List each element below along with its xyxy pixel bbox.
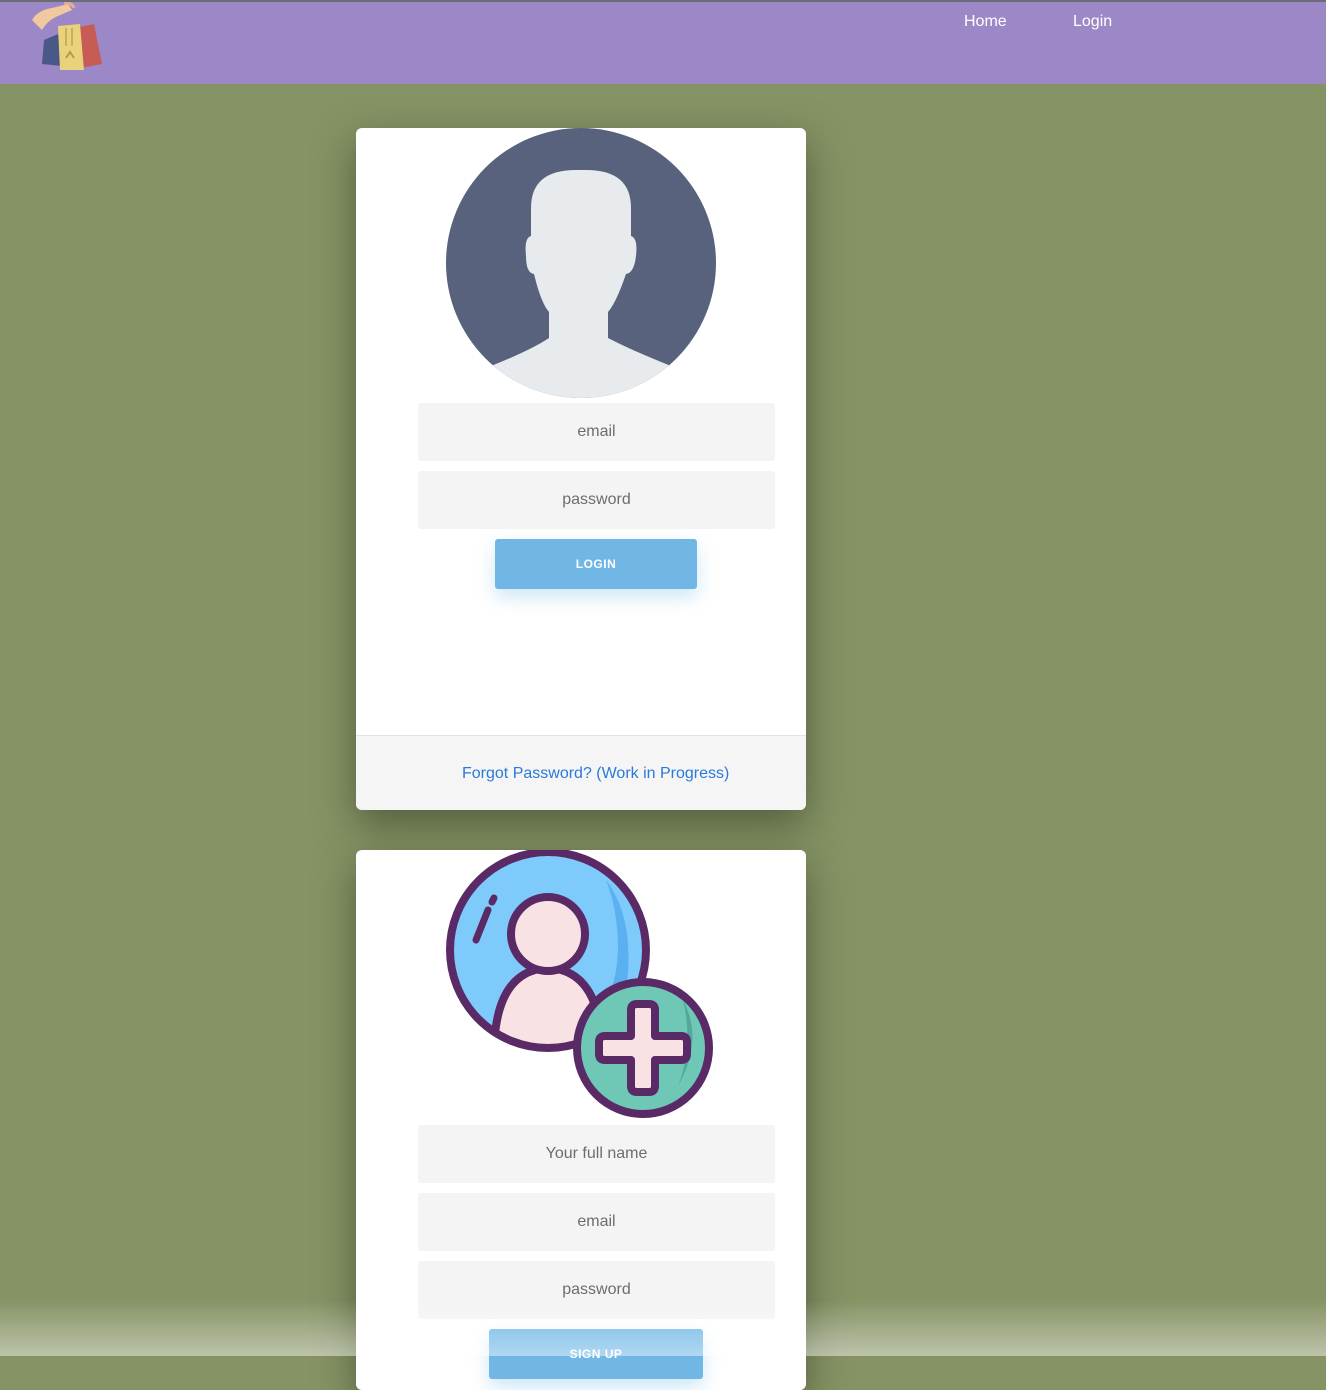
login-button[interactable]: LOGIN [495,539,697,589]
signup-card: SIGN UP [356,850,806,1390]
login-card: LOGIN Forgot Password? (Work in Progress… [356,128,806,810]
signup-password-field[interactable] [418,1261,775,1319]
login-password-field[interactable] [418,471,775,529]
signup-button[interactable]: SIGN UP [489,1329,703,1379]
shopping-bags-icon[interactable] [28,2,106,74]
add-user-icon [446,850,713,1118]
signup-email-field[interactable] [418,1193,775,1251]
nav-home-link[interactable]: Home [964,13,1007,31]
login-email-field[interactable] [418,403,775,461]
signup-name-field[interactable] [418,1125,775,1183]
forgot-password-link[interactable]: Forgot Password? (Work in Progress) [462,765,729,783]
nav-login-link[interactable]: Login [1073,13,1112,31]
login-card-footer: Forgot Password? (Work in Progress) [356,735,806,810]
top-navbar: Home Login [0,0,1326,84]
user-silhouette-icon [446,128,716,398]
